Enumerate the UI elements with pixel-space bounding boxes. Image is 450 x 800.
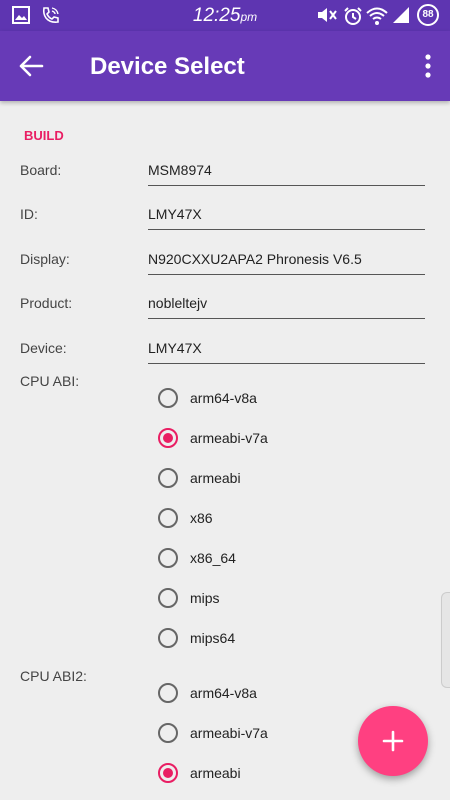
radio-label: armeabi [190,470,241,486]
battery-icon: 88 [417,4,439,26]
cpu-abi2-option-armeabi[interactable]: armeabi [158,760,241,786]
product-label: Product: [20,295,73,311]
radio-icon [158,723,178,743]
app-bar: Device Select [0,31,450,101]
id-field[interactable]: LMY47X [148,206,425,230]
id-label: ID: [20,206,38,222]
board-label: Board: [20,162,62,178]
radio-icon [158,468,178,488]
wifi-icon [366,7,388,25]
radio-label: armeabi-v7a [190,430,268,446]
radio-checked-icon [158,428,178,448]
radio-icon [158,508,178,528]
cpu-abi-option-armeabi[interactable]: armeabi [158,465,241,491]
mute-icon [318,8,337,22]
more-vert-icon[interactable] [424,53,432,79]
radio-label: mips [190,590,220,606]
radio-icon [158,588,178,608]
status-bar: 12:25pm 88 [0,0,450,31]
radio-label: arm64-v8a [190,685,257,701]
plus-icon [382,730,404,752]
alarm-icon [344,7,362,25]
cpu-abi2-option-armeabi-v7a[interactable]: armeabi-v7a [158,720,268,746]
section-title-build: BUILD [24,128,64,143]
cpu-abi-label: CPU ABI: [20,373,80,389]
radio-label: armeabi [190,765,241,781]
battery-level: 88 [422,9,434,20]
display-field[interactable]: N920CXXU2APA2 Phronesis V6.5 [148,251,425,275]
side-panel-handle[interactable] [441,592,450,688]
cpu-abi-option-mips[interactable]: mips [158,585,220,611]
radio-label: x86 [190,510,213,526]
radio-icon [158,628,178,648]
radio-label: x86_64 [190,550,236,566]
radio-checked-icon [158,763,178,783]
display-label: Display: [20,251,70,267]
cpu-abi-option-x86-64[interactable]: x86_64 [158,545,236,571]
cpu-abi-option-armeabi-v7a[interactable]: armeabi-v7a [158,425,268,451]
board-field[interactable]: MSM8974 [148,162,425,186]
product-field[interactable]: nobleltejv [148,295,425,319]
cpu-abi-option-x86[interactable]: x86 [158,505,213,531]
cpu-abi2-label: CPU ABI2: [20,668,87,684]
cpu-abi-option-arm64-v8a[interactable]: arm64-v8a [158,385,257,411]
device-label: Device: [20,340,67,356]
radio-icon [158,683,178,703]
cpu-abi-option-mips64[interactable]: mips64 [158,625,235,651]
radio-label: arm64-v8a [190,390,257,406]
page-title: Device Select [90,53,245,80]
radio-icon [158,548,178,568]
radio-icon [158,388,178,408]
cpu-abi2-option-arm64-v8a[interactable]: arm64-v8a [158,680,257,706]
radio-label: armeabi-v7a [190,725,268,741]
arrow-back-icon[interactable] [18,53,44,79]
device-field[interactable]: LMY47X [148,340,425,364]
radio-label: mips64 [190,630,236,646]
add-fab-button[interactable] [358,706,428,776]
signal-icon [393,7,409,23]
